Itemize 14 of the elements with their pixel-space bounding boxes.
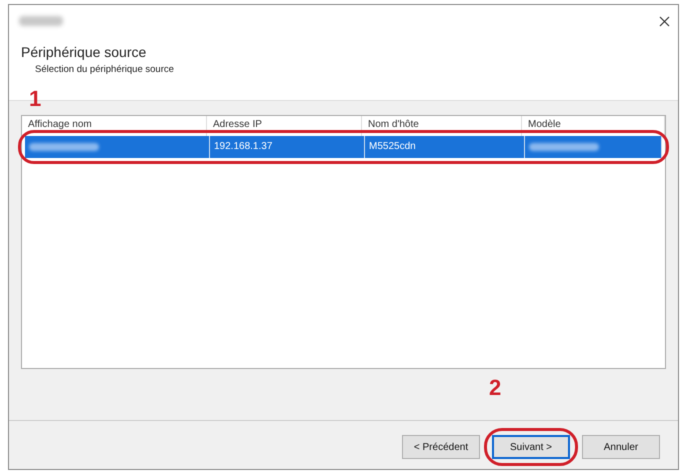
callout-number: 1 bbox=[29, 86, 42, 112]
table-cell: 192.168.1.37 bbox=[214, 141, 272, 152]
table-cell: M5525cdn bbox=[369, 141, 416, 152]
blurred-cell bbox=[529, 143, 599, 151]
wizard-button[interactable]: Suivant > bbox=[492, 435, 570, 459]
wizard-button[interactable]: < Précédent bbox=[402, 435, 480, 459]
callout-number: 2 bbox=[489, 375, 502, 401]
table-row[interactable]: 192.168.1.37 M5525cdn bbox=[25, 136, 662, 158]
wizard-button[interactable]: Annuler bbox=[582, 435, 660, 459]
close-icon[interactable] bbox=[659, 16, 670, 27]
page-subtitle: Sélection du périphérique source bbox=[35, 64, 175, 75]
window-title-blurred bbox=[19, 16, 63, 26]
blurred-cell bbox=[29, 143, 99, 151]
page-title: Périphérique source bbox=[21, 44, 148, 60]
